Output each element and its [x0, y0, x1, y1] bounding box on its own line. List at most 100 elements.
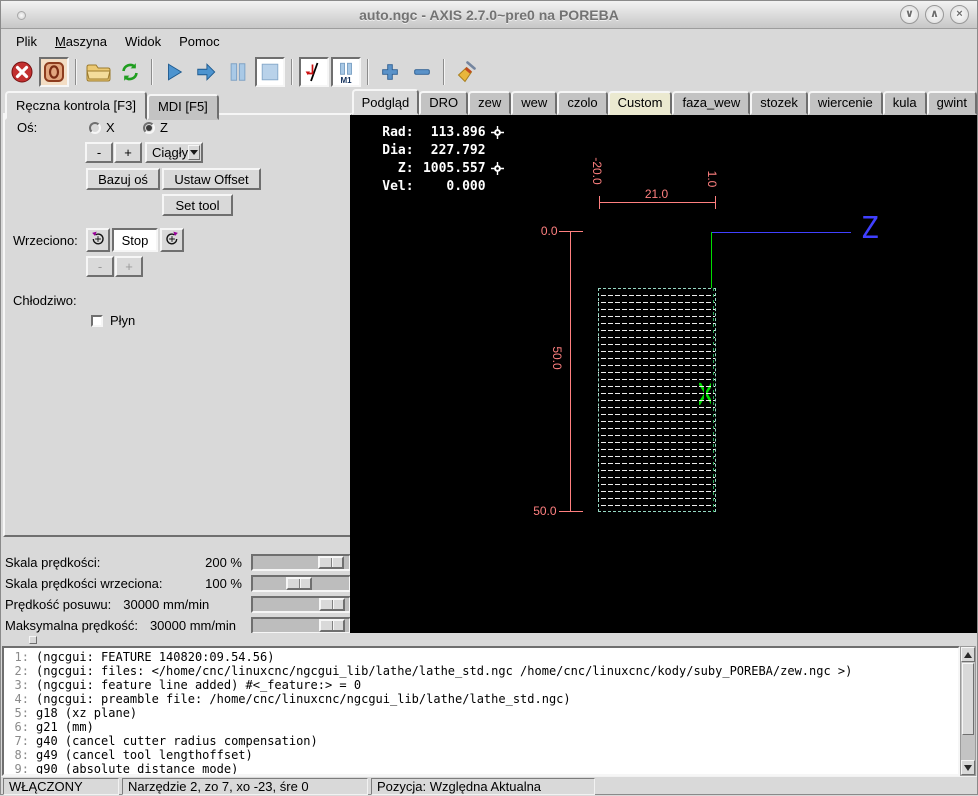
estop-icon	[10, 60, 34, 84]
slider-handle[interactable]	[319, 598, 345, 611]
dim-label-1: 1.0	[704, 170, 719, 188]
close-button[interactable]: ×	[950, 5, 969, 24]
dro-readout: Rad: 113.896 Dia: 227.792 Z: 1005.557 Vel: 0…	[380, 123, 504, 195]
toolbar-separator	[291, 58, 293, 85]
spindle-cw-button[interactable]	[160, 228, 184, 252]
step-button[interactable]	[191, 57, 221, 87]
feed-override-slider[interactable]	[251, 554, 351, 571]
status-machine-state: WŁĄCZONY	[3, 778, 119, 795]
gcode-line[interactable]: 1: (ngcgui: FEATURE 140820:09.54.56)	[4, 650, 958, 664]
tab-mdi[interactable]: MDI [F5]	[146, 94, 219, 120]
radio-axis-x[interactable]: X	[89, 120, 115, 135]
toolpath-dashed-line	[712, 288, 714, 512]
spindle-stop-button[interactable]: Stop	[112, 228, 158, 252]
coolant-label: Chłodziwo:	[13, 293, 77, 308]
tab-stozek[interactable]: stozek	[750, 91, 808, 115]
axis-window: { "window": { "title": "auto.ngc - AXIS …	[0, 0, 978, 795]
status-bar: WŁĄCZONY Narzędzie 2, zo 7, xo -23, śre …	[1, 776, 977, 796]
tab-gwint[interactable]: gwint	[926, 91, 977, 115]
slider-handle[interactable]	[318, 556, 344, 569]
touch-off-button[interactable]: Ustaw Offset	[162, 168, 261, 190]
zoom-out-button[interactable]	[407, 57, 437, 87]
tab-manual-control[interactable]: Ręczna kontrola [F3]	[5, 91, 147, 120]
radio-axis-z[interactable]: Z	[143, 120, 168, 135]
sash-grip[interactable]	[29, 636, 37, 644]
spindle-override-slider[interactable]	[251, 575, 351, 592]
feed-override-value: 200 %	[205, 555, 242, 570]
spindle-slower-button[interactable]: -	[86, 256, 114, 277]
gcode-scrollbar[interactable]	[960, 646, 976, 776]
max-velocity-slider[interactable]	[251, 617, 351, 634]
slider-handle[interactable]	[319, 619, 345, 632]
minimize-button[interactable]: ∨	[900, 5, 919, 24]
pause-button[interactable]	[223, 57, 253, 87]
gcode-line[interactable]: 5: g18 (xz plane)	[4, 706, 958, 720]
homed-icon	[490, 161, 504, 175]
dim-tick	[598, 196, 600, 209]
zoom-in-button[interactable]	[375, 57, 405, 87]
scroll-down-icon[interactable]	[961, 760, 975, 775]
skip-lines-icon	[302, 60, 326, 84]
dim-label-21: 21.0	[644, 187, 669, 201]
gcode-line[interactable]: 2: (ngcgui: files: </home/cnc/linuxcnc/ng…	[4, 664, 958, 678]
jog-mode-select[interactable]: Ciągły	[145, 142, 203, 163]
gcode-line[interactable]: 8: g49 (cancel tool lengthoffset)	[4, 748, 958, 762]
folder-icon	[85, 60, 111, 84]
tab-faza-wew[interactable]: faza_wew	[672, 91, 751, 115]
machine-power-button[interactable]	[39, 56, 69, 87]
optional-pause-button[interactable]: M1	[331, 56, 361, 87]
preview-canvas[interactable]: Rad: 113.896 Dia: 227.792 Z: 1005.557 Vel: 0…	[349, 115, 977, 633]
reload-button[interactable]	[115, 57, 145, 87]
tab-zew[interactable]: zew	[468, 91, 512, 115]
window-menu-icon[interactable]	[17, 11, 26, 20]
jog-speed-slider[interactable]	[251, 596, 351, 613]
gcode-line[interactable]: 7: g40 (cancel cutter radius compensation…	[4, 734, 958, 748]
tab-custom[interactable]: Custom	[607, 91, 673, 115]
slider-handle[interactable]	[286, 577, 312, 590]
stop-button[interactable]	[255, 56, 285, 87]
title-bar: auto.ngc - AXIS 2.7.0~pre0 na POREBA ∨ ∧…	[1, 1, 977, 29]
home-axis-button[interactable]: Bazuj oś	[86, 168, 160, 190]
scrollbar-thumb[interactable]	[962, 663, 974, 735]
z-axis-letter: Z	[860, 211, 879, 246]
spindle-cw-icon	[163, 230, 181, 251]
menu-maszyna[interactable]: Maszyna	[46, 31, 116, 52]
spindle-faster-button[interactable]: +	[115, 256, 143, 277]
dim-label-0: 0.0	[540, 224, 558, 238]
estop-button[interactable]	[7, 57, 37, 87]
skip-lines-button[interactable]	[299, 56, 329, 87]
flood-checkbox[interactable]: Płyn	[91, 313, 135, 328]
clear-plot-button[interactable]	[451, 57, 481, 87]
spindle-ccw-button[interactable]	[86, 228, 110, 252]
tab-czolo[interactable]: czolo	[557, 91, 608, 115]
window-title: auto.ngc - AXIS 2.7.0~pre0 na POREBA	[359, 6, 619, 23]
scroll-up-icon[interactable]	[961, 647, 975, 662]
menu-pomoc[interactable]: Pomoc	[170, 31, 228, 52]
main-area: Ręczna kontrola [F3] MDI [F5] Oś: X Z - …	[1, 89, 977, 634]
tab-wew[interactable]: wew	[511, 91, 558, 115]
gcode-line[interactable]: 3: (ngcgui: feature line added) #<_featur…	[4, 678, 958, 692]
dim-label-50-rot: 50.0	[549, 346, 564, 370]
menu-widok[interactable]: Widok	[116, 31, 170, 52]
gcode-listing[interactable]: 1: (ngcgui: FEATURE 140820:09.54.56) 2: (n…	[2, 646, 960, 776]
run-button[interactable]	[159, 57, 189, 87]
maximize-button[interactable]: ∧	[925, 5, 944, 24]
tab-podglad[interactable]: Podgląd	[351, 89, 420, 115]
tab-kula[interactable]: kula	[882, 91, 927, 115]
toolbar-separator	[151, 58, 153, 85]
gcode-line[interactable]: 6: g21 (mm)	[4, 720, 958, 734]
gcode-line[interactable]: 9: g90 (absolute distance mode)	[4, 762, 958, 774]
gcode-line[interactable]: 4: (ngcgui: preamble file: /home/cnc/linu…	[4, 692, 958, 706]
tab-wiercenie[interactable]: wiercenie	[807, 91, 883, 115]
set-tool-button[interactable]: Set tool	[162, 194, 233, 216]
radio-indicator	[143, 121, 155, 134]
jog-plus-button[interactable]: +	[114, 142, 142, 163]
open-file-button[interactable]	[83, 57, 113, 87]
max-velocity-label: Maksymalna prędkość:	[5, 618, 138, 633]
preview-pane: Podgląd DRO zew wew czolo Custom faza_we…	[349, 89, 977, 633]
tab-dro[interactable]: DRO	[419, 91, 469, 115]
jog-minus-button[interactable]: -	[85, 142, 113, 163]
menu-plik[interactable]: Plik	[7, 31, 46, 52]
toolbar-separator	[367, 58, 369, 85]
menu-bar: Plik Maszyna Widok Pomoc	[1, 29, 977, 53]
